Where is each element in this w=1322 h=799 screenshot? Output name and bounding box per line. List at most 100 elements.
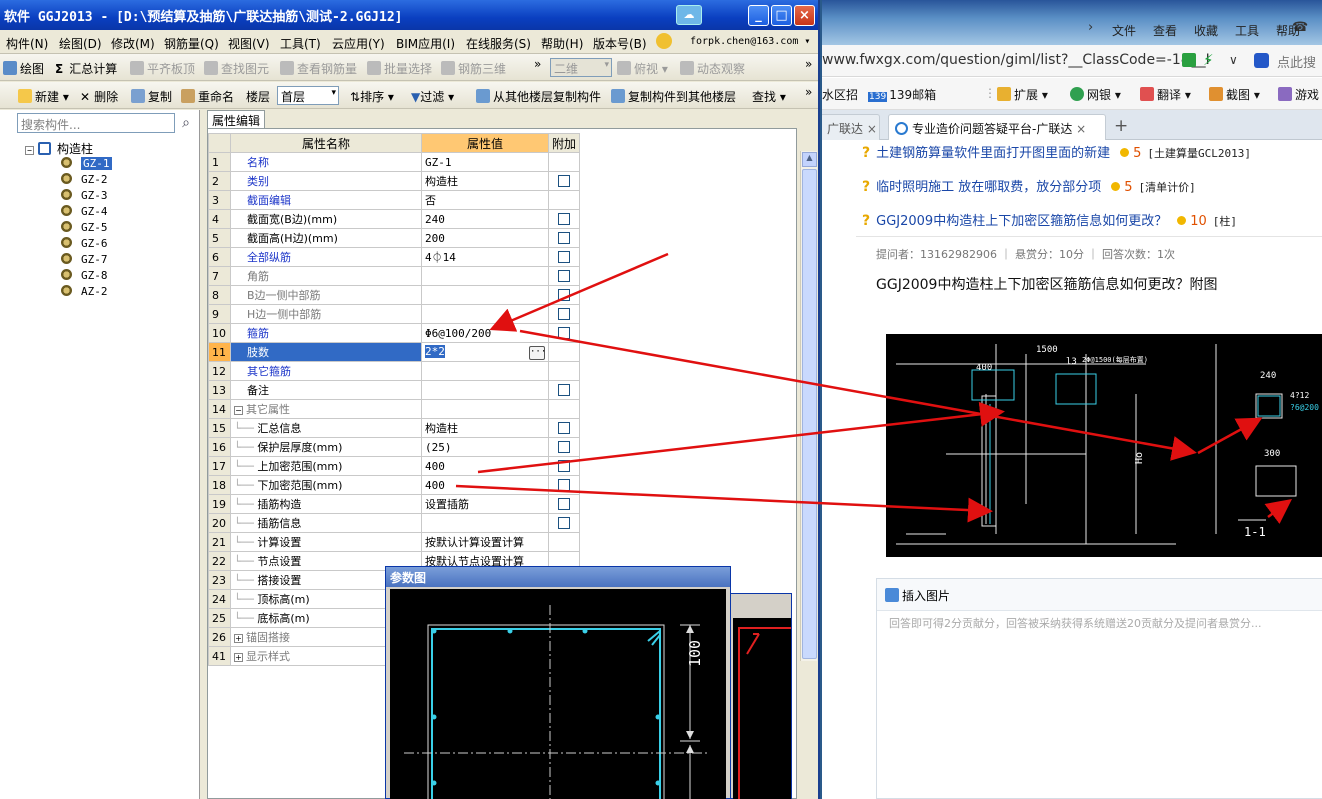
find-element-button[interactable]: 查找图元 bbox=[204, 60, 269, 77]
property-value-text[interactable]: 400 bbox=[425, 460, 445, 473]
property-row[interactable]: 7 角筋 bbox=[208, 266, 581, 286]
vertical-scrollbar[interactable]: ▲ bbox=[800, 151, 817, 661]
menu-component[interactable]: 构件(N) bbox=[6, 35, 48, 52]
property-row[interactable]: 9 H边一侧中部筋 bbox=[208, 304, 581, 324]
property-value-text[interactable]: 否 bbox=[425, 194, 436, 207]
question-item[interactable]: ? 临时照明施工 放在哪取费，放分部分项 5 [清单计价] bbox=[862, 176, 1196, 195]
question-attached-image[interactable]: 1500 400 l3 2Φ@1500(每层布置) Ho 240 4?12 ?6… bbox=[886, 334, 1322, 557]
collapse-icon[interactable]: − bbox=[25, 146, 34, 155]
menu-bim[interactable]: BIM应用(I) bbox=[396, 35, 455, 52]
tree-item[interactable]: GZ-3 bbox=[61, 189, 108, 202]
overflow-chevron-icon-3[interactable]: » bbox=[805, 85, 812, 99]
extra-cell[interactable] bbox=[547, 304, 581, 324]
tree-item[interactable]: GZ-6 bbox=[61, 237, 108, 250]
menu-tools[interactable]: 工具(T) bbox=[280, 35, 321, 52]
param-diagram-dialog[interactable]: 参数图 100 bbox=[385, 566, 731, 799]
url-input[interactable]: www.fwxgx.com/question/giml/list?__Class… bbox=[822, 52, 1210, 68]
bookmark-translate[interactable]: 翻译 ▾ bbox=[1140, 86, 1191, 103]
tree-item[interactable]: GZ-7 bbox=[61, 253, 108, 266]
tree-item[interactable]: GZ-4 bbox=[61, 205, 108, 218]
tab-glodon[interactable]: 广联达 × bbox=[822, 114, 880, 140]
param-dialog-title[interactable]: 参数图 bbox=[386, 567, 730, 587]
extra-cell[interactable] bbox=[547, 323, 581, 343]
property-value-text[interactable]: 构造柱 bbox=[425, 422, 458, 435]
property-value-text[interactable]: 4⏀14 bbox=[425, 251, 456, 264]
extra-cell[interactable] bbox=[547, 513, 581, 533]
property-row[interactable]: 1 名称 GZ-1 bbox=[208, 152, 581, 172]
delete-button[interactable]: ✕ 删除 bbox=[80, 88, 118, 105]
filter-button[interactable]: ▼过滤 ▾ bbox=[411, 88, 454, 105]
property-value[interactable] bbox=[421, 266, 549, 286]
tree-item[interactable]: GZ-8 bbox=[61, 269, 108, 282]
extra-cell[interactable] bbox=[547, 494, 581, 514]
property-row[interactable]: 15 └── 汇总信息 构造柱 bbox=[208, 418, 581, 438]
extra-cell[interactable] bbox=[547, 418, 581, 438]
extra-cell[interactable] bbox=[547, 437, 581, 457]
property-value[interactable] bbox=[421, 285, 549, 305]
extra-cell[interactable] bbox=[547, 456, 581, 476]
tree-root[interactable]: − 构造柱 bbox=[25, 140, 93, 157]
close-button[interactable]: × bbox=[794, 5, 815, 26]
extra-checkbox[interactable] bbox=[558, 383, 570, 396]
property-row[interactable]: 16 └── 保护层厚度(mm) (25) bbox=[208, 437, 581, 457]
property-value[interactable]: 200 bbox=[421, 228, 549, 248]
dropdown-chevron-icon[interactable]: ∨ bbox=[1229, 53, 1238, 67]
extra-checkbox[interactable] bbox=[558, 478, 570, 491]
extra-checkbox[interactable] bbox=[558, 421, 570, 434]
rename-button[interactable]: 重命名 bbox=[181, 88, 234, 105]
property-row[interactable]: 4 截面宽(B边)(mm) 240 bbox=[208, 209, 581, 229]
property-value[interactable]: 设置插筋 bbox=[421, 494, 549, 514]
insert-image-button[interactable]: 插入图片 bbox=[877, 579, 1322, 611]
draw-button[interactable]: 绘图 bbox=[3, 60, 44, 77]
top-view-button[interactable]: 俯视 ▾ bbox=[617, 60, 668, 77]
tab-close-icon[interactable]: × bbox=[1076, 122, 1086, 136]
extra-checkbox[interactable] bbox=[558, 459, 570, 472]
expand-icon[interactable]: + bbox=[234, 634, 243, 643]
tree-item[interactable]: GZ-1 bbox=[61, 157, 112, 170]
view-mode-select[interactable]: 二维 ▾ bbox=[550, 58, 612, 77]
extra-checkbox[interactable] bbox=[558, 497, 570, 510]
overflow-chevron-icon[interactable]: » bbox=[534, 57, 541, 71]
property-value[interactable] bbox=[421, 513, 549, 533]
question-item[interactable]: ? 土建钢筋算量软件里面打开图里面的新建 5 [土建算量GCL2013] bbox=[862, 142, 1251, 161]
property-value[interactable] bbox=[421, 399, 549, 419]
property-row[interactable]: 20 └── 插筋信息 bbox=[208, 513, 581, 533]
extra-cell[interactable] bbox=[547, 475, 581, 495]
tree-item[interactable]: GZ-2 bbox=[61, 173, 108, 186]
menu-modify[interactable]: 修改(M) bbox=[111, 35, 155, 52]
extra-checkbox[interactable] bbox=[558, 516, 570, 529]
batch-select-button[interactable]: 批量选择 bbox=[367, 60, 432, 77]
bookmark-screenshot[interactable]: 截图 ▾ bbox=[1209, 86, 1260, 103]
menu-version[interactable]: 版本号(B) bbox=[593, 35, 647, 52]
baidu-icon[interactable] bbox=[1254, 53, 1269, 68]
expand-icon[interactable]: + bbox=[234, 653, 243, 662]
property-row[interactable]: 3 截面编辑 否 bbox=[208, 190, 581, 210]
property-row[interactable]: 8 B边一侧中部筋 bbox=[208, 285, 581, 305]
ellipsis-button[interactable]: ··· bbox=[529, 345, 546, 360]
search-icon[interactable]: ⌕ bbox=[176, 113, 196, 133]
property-value[interactable]: 4⏀14 bbox=[421, 247, 549, 267]
property-value-text[interactable]: Φ6@100/200 bbox=[425, 327, 491, 340]
scroll-thumb[interactable] bbox=[802, 169, 817, 659]
menu-help[interactable]: 帮助 bbox=[1276, 22, 1300, 39]
menu-file[interactable]: 文件 bbox=[1112, 22, 1136, 39]
minimize-button[interactable]: _ bbox=[748, 5, 769, 26]
property-row[interactable]: 18 └── 下加密范围(mm) 400 bbox=[208, 475, 581, 495]
copy-button[interactable]: 复制 bbox=[131, 88, 172, 105]
extra-checkbox[interactable] bbox=[558, 269, 570, 282]
extra-checkbox[interactable] bbox=[558, 307, 570, 320]
extra-checkbox[interactable] bbox=[558, 440, 570, 453]
copy-from-floor-button[interactable]: 从其他楼层复制构件 bbox=[476, 88, 601, 105]
property-row[interactable]: 14− 其它属性 bbox=[208, 399, 581, 419]
search-box[interactable]: 点此搜 bbox=[1277, 52, 1316, 71]
property-value[interactable]: GZ-1 bbox=[421, 152, 549, 172]
overflow-chevron-icon-2[interactable]: » bbox=[805, 57, 812, 71]
property-value[interactable]: 按默认计算设置计算 bbox=[421, 532, 549, 552]
property-value[interactable]: 构造柱 bbox=[421, 171, 549, 191]
property-value-text[interactable]: (25) bbox=[425, 441, 452, 454]
floor-select[interactable]: 首层 ▾ bbox=[277, 86, 339, 105]
sort-button[interactable]: ⇅排序 ▾ bbox=[350, 88, 394, 105]
property-value-text[interactable]: 设置插筋 bbox=[425, 498, 469, 511]
new-button[interactable]: 新建 ▾ bbox=[18, 88, 69, 105]
extra-checkbox[interactable] bbox=[558, 212, 570, 225]
